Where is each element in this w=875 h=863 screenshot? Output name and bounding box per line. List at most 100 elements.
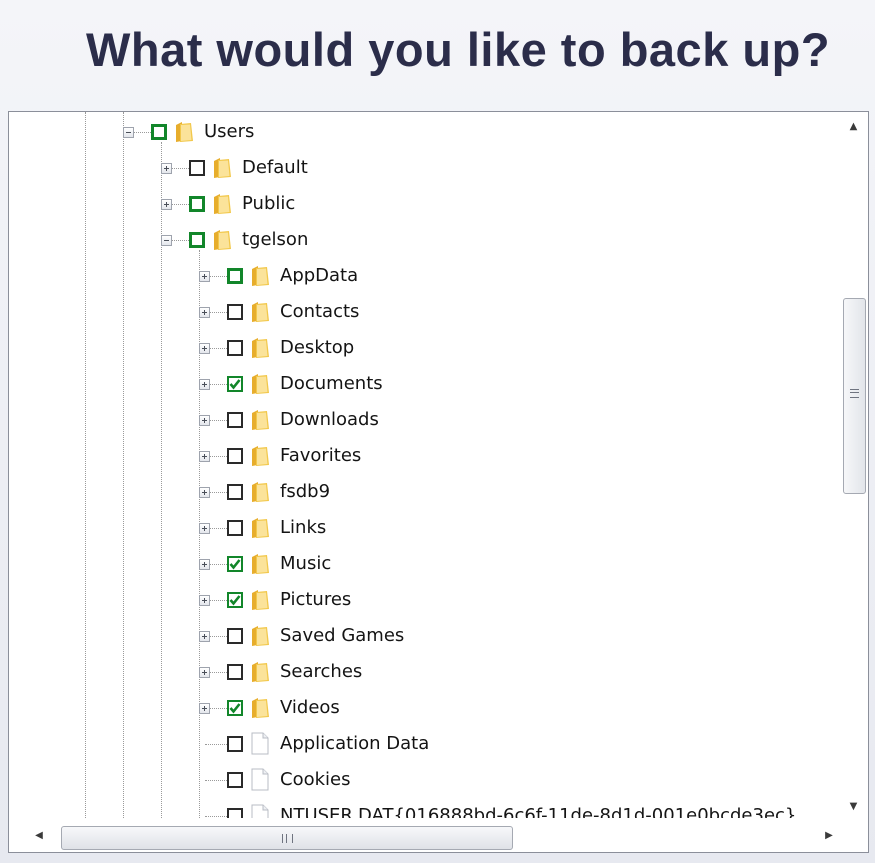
expand-icon[interactable] (199, 379, 210, 390)
checkbox[interactable] (151, 124, 167, 140)
tree-row[interactable]: fsdb9 (9, 475, 839, 511)
expand-icon[interactable] (161, 163, 172, 174)
vertical-scrollbar[interactable]: ▲ ▼ (839, 112, 868, 818)
file-icon (251, 768, 269, 791)
folder-icon (252, 482, 269, 502)
folder-icon (252, 338, 269, 358)
checkbox[interactable] (189, 196, 205, 212)
tree-item-label: Documents (280, 373, 383, 394)
scroll-right-arrow-icon[interactable]: ▶ (819, 826, 839, 846)
tree-item-label: AppData (280, 265, 359, 286)
collapse-icon[interactable] (123, 127, 134, 138)
tree-item-label: Saved Games (280, 625, 405, 646)
checkbox[interactable] (227, 340, 243, 356)
folder-icon (252, 266, 269, 286)
tree-row[interactable]: tgelson (9, 223, 839, 259)
expand-icon[interactable] (199, 667, 210, 678)
expand-icon[interactable] (199, 595, 210, 606)
tree-item-label: fsdb9 (280, 481, 331, 502)
tree-item-label: Contacts (280, 301, 360, 322)
folder-icon (214, 194, 231, 214)
checkbox[interactable] (227, 772, 243, 788)
scrollbar-corner (839, 818, 868, 852)
expand-icon[interactable] (199, 271, 210, 282)
checkbox[interactable] (227, 556, 243, 572)
tree-row[interactable]: Music (9, 547, 839, 583)
backup-selection-page: What would you like to back up? Users Def… (0, 0, 875, 863)
checkbox[interactable] (227, 484, 243, 500)
checkbox[interactable] (227, 448, 243, 464)
checkbox[interactable] (227, 304, 243, 320)
grip-icon (282, 834, 293, 843)
tree-row[interactable]: AppData (9, 259, 839, 295)
horizontal-scroll-thumb[interactable] (61, 826, 513, 850)
tree-row[interactable]: Cookies (9, 763, 839, 799)
expand-icon[interactable] (199, 523, 210, 534)
tree-row[interactable]: Default (9, 151, 839, 187)
expand-icon[interactable] (199, 343, 210, 354)
tree-row[interactable]: Searches (9, 655, 839, 691)
folder-tree-body: Users Default Public tgelson AppData Contacts… (9, 112, 839, 818)
check-mark-icon (229, 703, 241, 714)
checkbox[interactable] (227, 592, 243, 608)
folder-tree-view[interactable]: Users Default Public tgelson AppData Contacts… (8, 111, 869, 853)
tree-row[interactable]: Downloads (9, 403, 839, 439)
expand-icon[interactable] (199, 451, 210, 462)
tree-item-label: Cookies (280, 769, 351, 790)
checkbox[interactable] (227, 700, 243, 716)
folder-icon (252, 626, 269, 646)
tree-row[interactable]: Pictures (9, 583, 839, 619)
tree-connector-line (205, 816, 227, 817)
collapse-icon[interactable] (161, 235, 172, 246)
checkbox[interactable] (227, 808, 243, 818)
tree-row[interactable]: Videos (9, 691, 839, 727)
tree-row[interactable]: Desktop (9, 331, 839, 367)
tree-row[interactable]: Application Data (9, 727, 839, 763)
tree-item-label: Music (280, 553, 332, 574)
checkbox[interactable] (227, 520, 243, 536)
scroll-left-arrow-icon[interactable]: ◀ (29, 826, 49, 846)
tree-item-label: Public (242, 193, 296, 214)
checkbox[interactable] (227, 736, 243, 752)
folder-icon (252, 410, 269, 430)
checkbox[interactable] (227, 376, 243, 392)
check-mark-icon (229, 379, 241, 390)
checkbox[interactable] (227, 268, 243, 284)
file-icon (251, 804, 269, 818)
checkbox[interactable] (227, 412, 243, 428)
tree-row[interactable]: Public (9, 187, 839, 223)
folder-icon (176, 122, 193, 142)
tree-row[interactable]: Contacts (9, 295, 839, 331)
expand-icon[interactable] (199, 487, 210, 498)
folder-icon (252, 518, 269, 538)
expand-icon[interactable] (199, 631, 210, 642)
tree-item-label: Default (242, 157, 308, 178)
tree-row[interactable]: Saved Games (9, 619, 839, 655)
page-title: What would you like to back up? (86, 23, 831, 76)
tree-item-label: Desktop (280, 337, 355, 358)
tree-row[interactable]: Links (9, 511, 839, 547)
checkbox[interactable] (189, 160, 205, 176)
tree-row[interactable]: NTUSER.DAT{016888bd-6c6f-11de-8d1d-001e0… (9, 799, 839, 818)
expand-icon[interactable] (199, 415, 210, 426)
checkbox[interactable] (227, 628, 243, 644)
tree-item-label: Searches (280, 661, 363, 682)
checkbox[interactable] (227, 664, 243, 680)
tree-row[interactable]: Documents (9, 367, 839, 403)
tree-item-label: Downloads (280, 409, 379, 430)
tree-item-label: Users (204, 121, 255, 142)
expand-icon[interactable] (161, 199, 172, 210)
tree-row[interactable]: Users (9, 115, 839, 151)
scroll-up-arrow-icon[interactable]: ▲ (839, 116, 868, 138)
expand-icon[interactable] (199, 703, 210, 714)
scroll-down-arrow-icon[interactable]: ▼ (839, 796, 868, 818)
expand-icon[interactable] (199, 307, 210, 318)
checkbox[interactable] (189, 232, 205, 248)
folder-icon (252, 662, 269, 682)
folder-icon (214, 158, 231, 178)
horizontal-scrollbar[interactable]: ◀ ▶ (9, 818, 839, 852)
expand-icon[interactable] (199, 559, 210, 570)
tree-row[interactable]: Favorites (9, 439, 839, 475)
vertical-scroll-thumb[interactable] (843, 298, 866, 494)
check-mark-icon (229, 559, 241, 570)
